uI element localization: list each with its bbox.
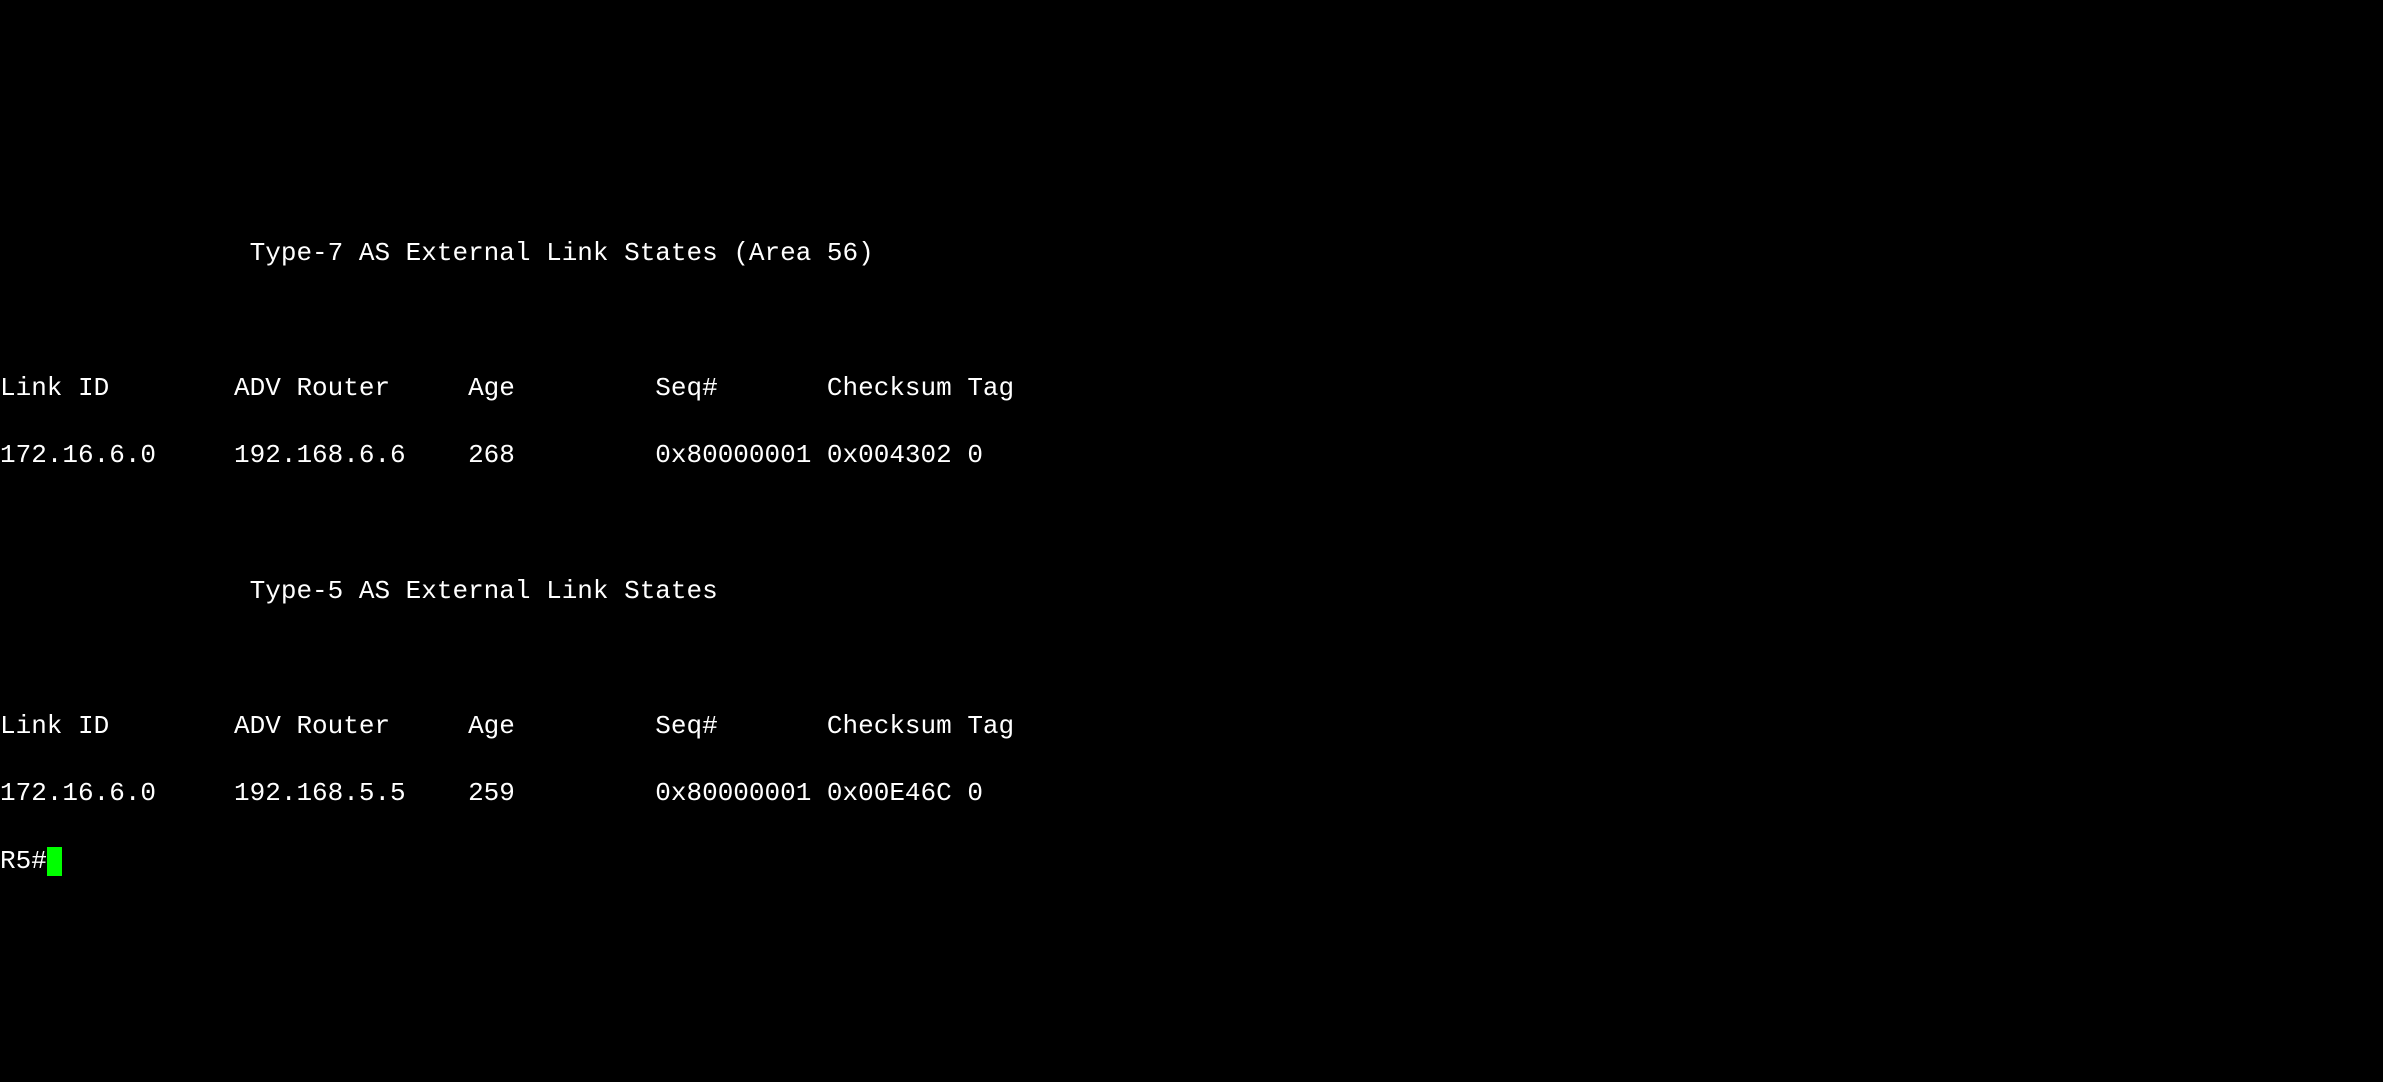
table-row: 172.16.6.0192.168.5.52590x800000010x00E4…	[0, 777, 2383, 811]
header-seq: Seq#	[655, 710, 827, 744]
section-title: Type-5 AS External Link States	[250, 576, 718, 606]
header-age: Age	[468, 372, 655, 406]
header-seq: Seq#	[655, 372, 827, 406]
blank-line	[0, 304, 2383, 338]
header-linkid: Link ID	[0, 710, 234, 744]
table-header-row: Link IDADV RouterAgeSeq#ChecksumTag	[0, 372, 2383, 406]
header-checksum: Checksum	[827, 372, 967, 406]
cell-seq: 0x80000001	[655, 439, 827, 473]
cell-advrouter: 192.168.6.6	[234, 439, 468, 473]
cell-advrouter: 192.168.5.5	[234, 777, 468, 811]
header-advrouter: ADV Router	[234, 372, 468, 406]
header-checksum: Checksum	[827, 710, 967, 744]
header-tag: Tag	[967, 372, 1014, 406]
cell-checksum: 0x004302	[827, 439, 967, 473]
cell-tag: 0	[967, 439, 983, 473]
cell-linkid: 172.16.6.0	[0, 439, 234, 473]
cell-age: 259	[468, 777, 655, 811]
header-tag: Tag	[967, 710, 1014, 744]
cursor-icon	[47, 847, 63, 876]
cell-age: 268	[468, 439, 655, 473]
blank-line	[0, 169, 2383, 203]
terminal-output[interactable]: Type-7 AS External Link States (Area 56)…	[0, 135, 2383, 912]
header-age: Age	[468, 710, 655, 744]
blank-line	[0, 507, 2383, 541]
cell-linkid: 172.16.6.0	[0, 777, 234, 811]
cell-seq: 0x80000001	[655, 777, 827, 811]
section-header: Type-7 AS External Link States (Area 56)	[0, 237, 2383, 271]
header-advrouter: ADV Router	[234, 710, 468, 744]
section-header: Type-5 AS External Link States	[0, 575, 2383, 609]
prompt-line[interactable]: R5#	[0, 845, 2383, 879]
cell-tag: 0	[967, 777, 983, 811]
blank-line	[0, 642, 2383, 676]
table-row: 172.16.6.0192.168.6.62680x800000010x0043…	[0, 439, 2383, 473]
cli-prompt: R5#	[0, 846, 47, 876]
table-header-row: Link IDADV RouterAgeSeq#ChecksumTag	[0, 710, 2383, 744]
header-linkid: Link ID	[0, 372, 234, 406]
section-title: Type-7 AS External Link States (Area 56)	[250, 238, 874, 268]
cell-checksum: 0x00E46C	[827, 777, 967, 811]
